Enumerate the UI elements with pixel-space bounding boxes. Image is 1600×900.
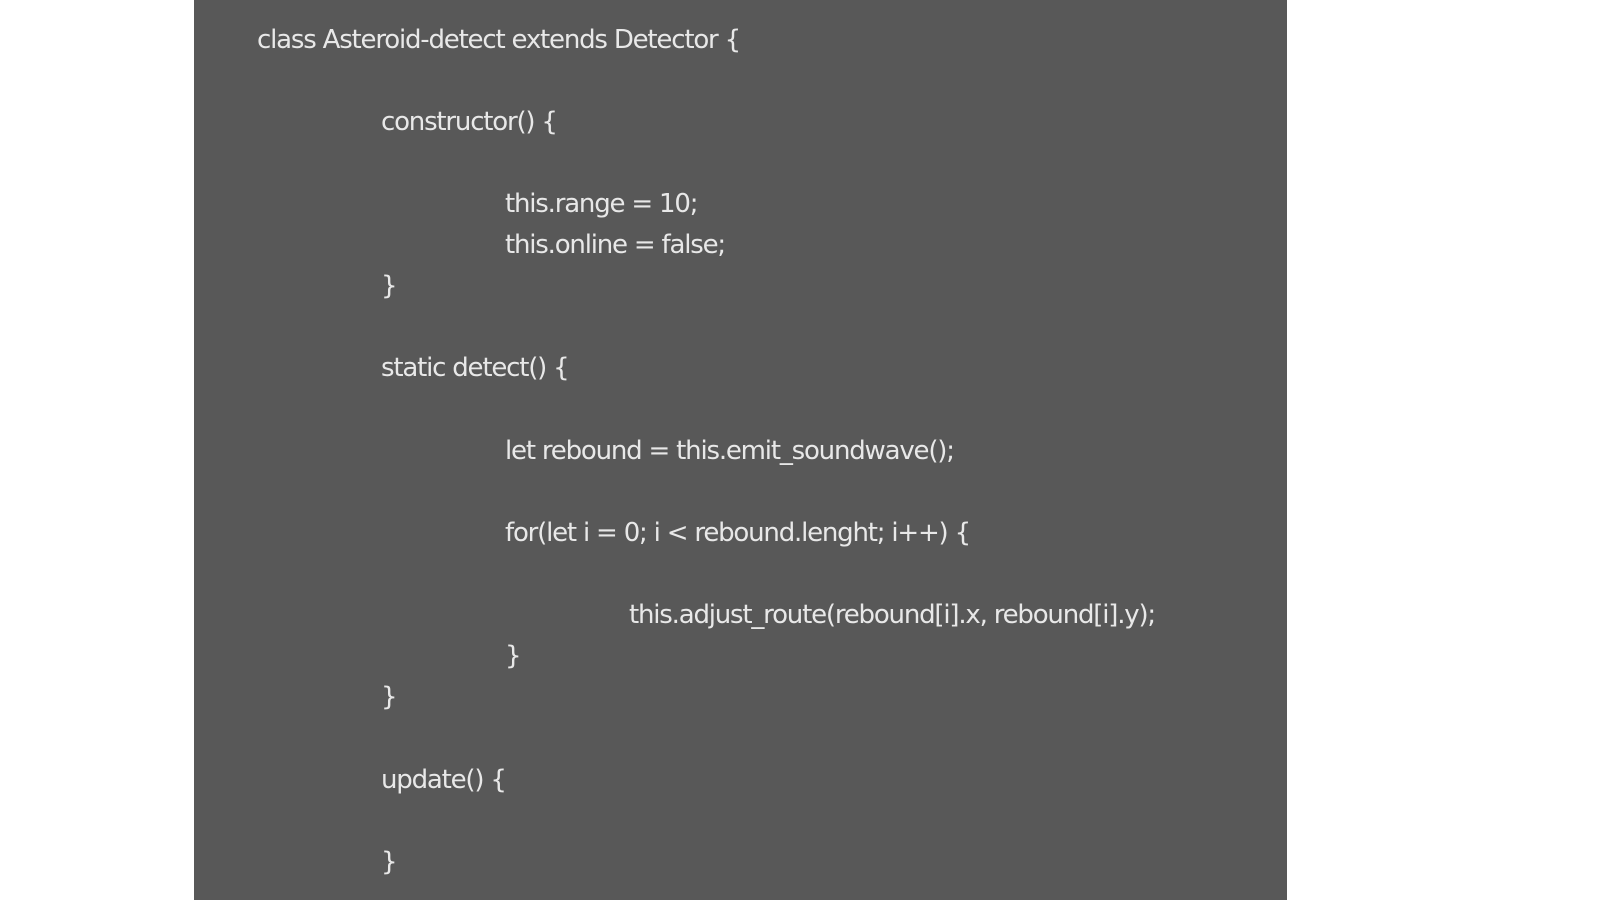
code-line-adjust-route: this.adjust_route(rebound[i].x, rebound[… bbox=[629, 600, 1156, 630]
code-line-update: update() { bbox=[381, 765, 507, 795]
code-line-constructor: constructor() { bbox=[381, 107, 558, 137]
code-line-rebound: let rebound = this.emit_soundwave(); bbox=[505, 436, 955, 466]
code-line-for-loop: for(let i = 0; i < rebound.lenght; i++) … bbox=[505, 518, 971, 548]
code-line-constructor-close: } bbox=[381, 271, 398, 301]
code-line-class-declaration: class Asteroid-detect extends Detector { bbox=[257, 25, 741, 55]
code-line-update-close: } bbox=[381, 847, 398, 877]
code-line-detect-close: } bbox=[381, 682, 398, 712]
code-line-range: this.range = 10; bbox=[505, 189, 698, 219]
code-line-static-detect: static detect() { bbox=[381, 353, 570, 383]
code-line-online: this.online = false; bbox=[505, 230, 726, 260]
code-line-for-close: } bbox=[505, 641, 522, 671]
